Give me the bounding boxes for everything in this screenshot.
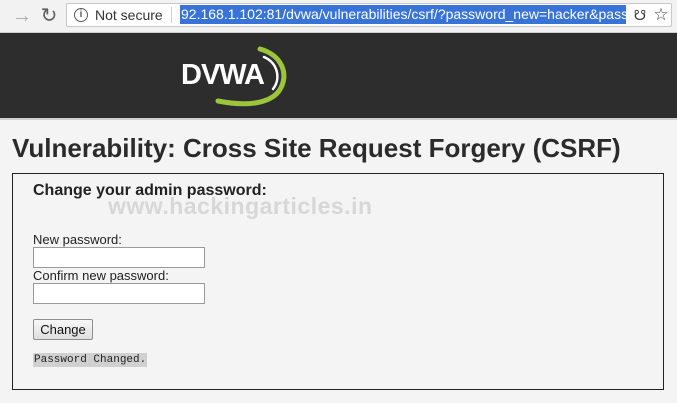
change-button[interactable]: Change	[33, 319, 93, 340]
address-separator	[171, 7, 172, 23]
bookmark-star-icon[interactable]: ☆	[652, 5, 670, 25]
address-bar[interactable]: i Not secure 92.168.1.102:81/dvwa/vulner…	[66, 3, 672, 27]
svg-text:DVWA: DVWA	[181, 59, 265, 91]
confirm-password-label: Confirm new password:	[33, 268, 169, 283]
info-icon[interactable]: i	[74, 8, 88, 22]
new-password-label: New password:	[33, 232, 122, 247]
status-message: Password Changed.	[33, 353, 148, 367]
security-label[interactable]: Not secure	[95, 7, 163, 23]
site-header: DVWA	[0, 33, 677, 120]
reload-icon[interactable]: ↻	[38, 5, 60, 27]
browser-toolbar: → ↻ i Not secure 92.168.1.102:81/dvwa/vu…	[0, 0, 677, 33]
page-title: Vulnerability: Cross Site Request Forger…	[12, 133, 621, 163]
new-password-field[interactable]	[33, 247, 205, 268]
confirm-password-field[interactable]	[33, 283, 205, 304]
key-icon[interactable]: ☋	[633, 6, 647, 24]
url-text[interactable]: 92.168.1.102:81/dvwa/vulnerabilities/csr…	[180, 5, 626, 24]
csrf-form-box: Change your admin password: www.hackinga…	[12, 173, 664, 390]
forward-arrow-icon[interactable]: →	[11, 5, 33, 27]
watermark-text: www.hackingarticles.in	[108, 193, 373, 219]
dvwa-logo: DVWA	[181, 46, 287, 107]
